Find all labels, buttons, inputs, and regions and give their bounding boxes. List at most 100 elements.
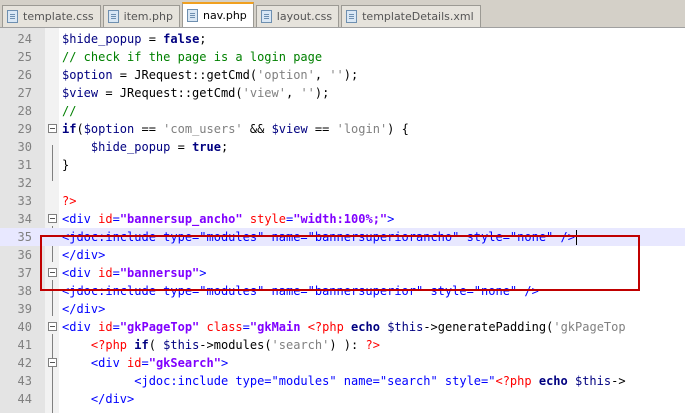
line-number: 44 bbox=[17, 392, 32, 406]
tab-layout-css[interactable]: layout.css bbox=[255, 5, 340, 27]
fold-collapse-icon[interactable] bbox=[48, 124, 57, 133]
code-line[interactable]: 43 <jdoc:include type="modules" name="se… bbox=[0, 372, 685, 390]
code-line[interactable]: 31} bbox=[0, 156, 685, 174]
code-token: $view bbox=[62, 86, 99, 100]
tab-label: templateDetails.xml bbox=[362, 10, 474, 23]
code-token: "width:100%;" bbox=[293, 212, 388, 226]
fold-collapse-icon[interactable] bbox=[48, 214, 57, 223]
code-token: > bbox=[387, 212, 395, 226]
code-line[interactable]: 39 </div> bbox=[0, 300, 685, 318]
code-token: ); bbox=[314, 86, 330, 100]
code-token: <jdoc:include type="modules" name="searc… bbox=[134, 374, 496, 388]
code-text: $hide_popup = false; bbox=[62, 30, 207, 48]
code-token: = bbox=[170, 140, 193, 154]
code-editor[interactable]: 24 $hide_popup = false; 25 // check if the … bbox=[0, 28, 685, 413]
code-line[interactable]: 25 // check if the page is a login page bbox=[0, 48, 685, 66]
line-number: 42 bbox=[17, 356, 32, 370]
code-token: == bbox=[134, 122, 164, 136]
code-token: = JRequest::getCmd( bbox=[98, 86, 243, 100]
line-number: 32 bbox=[17, 176, 32, 190]
code-line[interactable]: 44 </div> bbox=[0, 390, 685, 408]
file-icon bbox=[186, 9, 198, 22]
code-token: $this bbox=[574, 374, 612, 388]
code-token: '' bbox=[300, 86, 315, 100]
code-text: $view = JRequest::getCmd('view', ''); bbox=[62, 84, 329, 102]
code-line[interactable]: 30 $hide_popup = true; bbox=[0, 138, 685, 156]
code-line[interactable]: 40 <div id="gkPageTop" class="gkMain <?ph… bbox=[0, 318, 685, 336]
code-line[interactable]: 34 <div id="bannersup_ancho" style="width… bbox=[0, 210, 685, 228]
code-token: true bbox=[192, 140, 221, 154]
code-token: = bbox=[141, 32, 164, 46]
tab-label: template.css bbox=[23, 10, 94, 23]
line-number: 38 bbox=[17, 284, 32, 298]
code-token: <?php bbox=[495, 374, 532, 388]
code-token: ; bbox=[199, 32, 207, 46]
code-line[interactable]: 29 if($option == 'com_users' && $view == … bbox=[0, 120, 685, 138]
code-line[interactable]: 33 ?> bbox=[0, 192, 685, 210]
code-token: id bbox=[98, 320, 113, 334]
code-token: , bbox=[285, 86, 301, 100]
code-line[interactable]: 32 bbox=[0, 174, 685, 192]
code-line[interactable]: 41 <?php if( $this->modules('search') ):… bbox=[0, 336, 685, 354]
code-line[interactable]: 28 // bbox=[0, 102, 685, 120]
code-token: <div bbox=[90, 356, 128, 370]
code-token: 'option' bbox=[257, 68, 315, 82]
code-token: echo bbox=[351, 320, 380, 334]
code-token: ; bbox=[220, 140, 229, 154]
tab-nav-php[interactable]: nav.php bbox=[181, 2, 254, 27]
code-line[interactable]: 42 <div id="gkSearch"> bbox=[0, 354, 685, 372]
code-token: "gkMain bbox=[249, 320, 308, 334]
code-token: if bbox=[62, 122, 77, 136]
code-text: } bbox=[62, 156, 69, 174]
code-token: 'search' bbox=[271, 338, 330, 352]
code-token: $option bbox=[62, 68, 113, 82]
code-token: <?php bbox=[307, 320, 344, 334]
code-token: && bbox=[242, 122, 272, 136]
code-token: ?> bbox=[62, 194, 77, 208]
code-token: ( bbox=[148, 338, 164, 352]
tab-template-css[interactable]: template.css bbox=[2, 5, 101, 27]
code-line[interactable]: 24 $hide_popup = false; bbox=[0, 30, 685, 48]
code-token: false bbox=[163, 32, 200, 46]
code-token: = bbox=[242, 320, 250, 334]
code-token: if bbox=[134, 338, 149, 352]
line-number: 33 bbox=[17, 194, 32, 208]
line-number: 36 bbox=[17, 248, 32, 262]
line-number: 34 bbox=[17, 212, 32, 226]
highlight-annotation-box bbox=[40, 235, 640, 291]
code-token: $view bbox=[271, 122, 308, 136]
code-token: == bbox=[307, 122, 337, 136]
fold-collapse-icon[interactable] bbox=[48, 358, 57, 367]
code-line[interactable]: 26 $option = JRequest::getCmd('option', '… bbox=[0, 66, 685, 84]
code-token: // check if the page is a login page bbox=[62, 50, 323, 64]
code-token: , bbox=[314, 68, 330, 82]
code-token: "bannersup_ancho" bbox=[119, 212, 243, 226]
code-token: id bbox=[127, 356, 142, 370]
fold-collapse-icon[interactable] bbox=[48, 322, 57, 331]
code-text: <jdoc:include type="modules" name="searc… bbox=[62, 372, 625, 390]
code-text: $hide_popup = true; bbox=[62, 138, 228, 156]
code-text: // check if the page is a login page bbox=[62, 48, 322, 66]
code-text: <?php if( $this->modules('search') ): ?> bbox=[62, 336, 380, 354]
code-token: = JRequest::getCmd( bbox=[112, 68, 258, 82]
tab-item-php[interactable]: item.php bbox=[102, 5, 180, 27]
code-token: id bbox=[98, 212, 113, 226]
line-number: 41 bbox=[17, 338, 32, 352]
code-line[interactable]: 27 $view = JRequest::getCmd('view', ''); bbox=[0, 84, 685, 102]
code-token: // bbox=[62, 104, 77, 118]
line-number: 39 bbox=[17, 302, 32, 316]
line-number: 37 bbox=[17, 266, 32, 280]
code-token: = bbox=[141, 356, 149, 370]
line-number: 25 bbox=[17, 50, 32, 64]
code-token: $option bbox=[83, 122, 135, 136]
code-token: $hide_popup bbox=[62, 32, 142, 46]
tab-templateDetails-xml[interactable]: templateDetails.xml bbox=[341, 5, 481, 27]
tab-label: nav.php bbox=[202, 9, 247, 22]
